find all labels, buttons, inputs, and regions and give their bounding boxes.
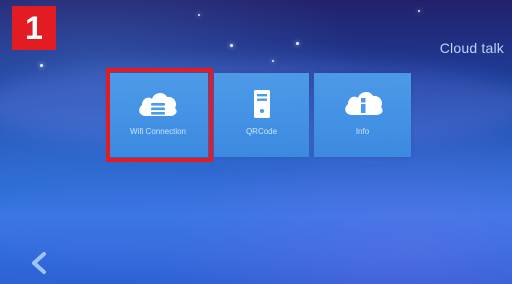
- screen: 1 Cloud talk Wifi Connection QRCode Info: [0, 0, 512, 284]
- back-button[interactable]: [28, 251, 52, 275]
- server-tower-icon: [214, 89, 309, 119]
- background-cloud: [0, 182, 512, 272]
- tile-label: QRCode: [245, 127, 278, 136]
- background-star: [40, 64, 43, 67]
- tile-label: Wifi Connection: [129, 127, 187, 136]
- chevron-left-icon: [32, 252, 46, 274]
- qrcode-tile[interactable]: QRCode: [214, 73, 309, 157]
- app-title: Cloud talk: [439, 40, 504, 56]
- background-star: [418, 10, 420, 12]
- cloud-menu-icon: [108, 89, 208, 119]
- tile-label: Info: [355, 127, 370, 136]
- step-number-badge: 1: [12, 6, 56, 50]
- background-star: [230, 44, 233, 47]
- wifi-connection-tile[interactable]: Wifi Connection: [108, 73, 208, 157]
- background-star: [272, 60, 274, 62]
- background-star: [296, 42, 299, 45]
- background-star: [198, 14, 200, 16]
- cloud-info-icon: [314, 89, 411, 119]
- info-tile[interactable]: Info: [314, 73, 411, 157]
